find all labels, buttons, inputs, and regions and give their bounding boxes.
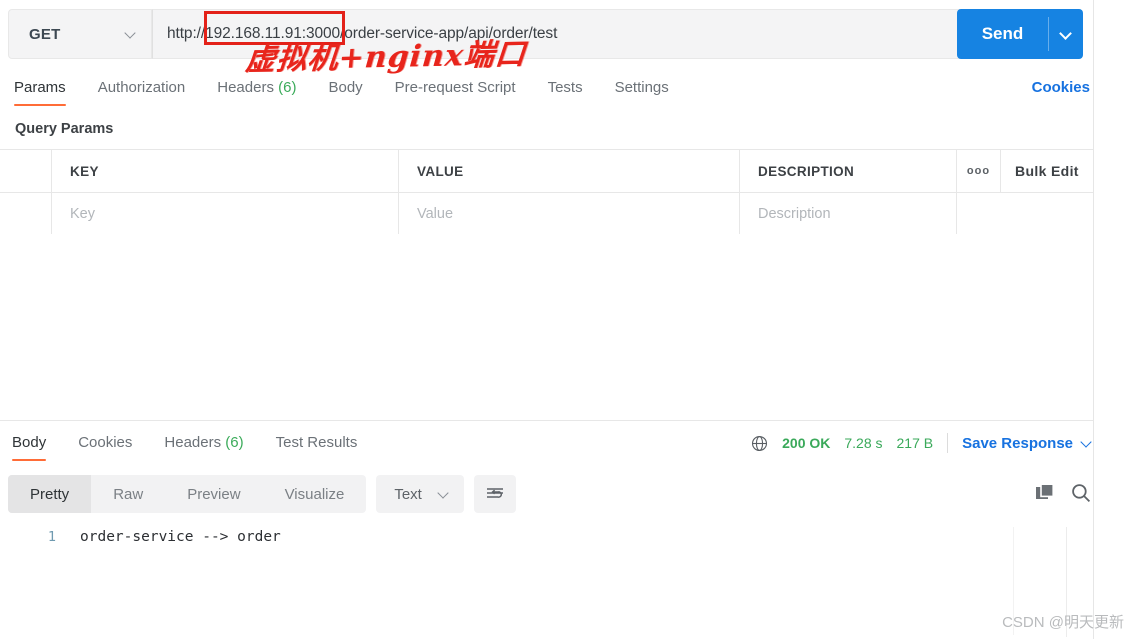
view-mode-segmented-control: Pretty Raw Preview Visualize <box>8 475 367 513</box>
table-row: Key Value Description <box>0 193 1093 235</box>
response-body-viewer[interactable]: 1 order-service --> order <box>0 524 1093 639</box>
response-tab-headers-count: (6) <box>225 434 244 451</box>
response-tab-body[interactable]: Body <box>8 431 62 461</box>
tab-params-label: Params <box>14 79 66 96</box>
search-icon[interactable] <box>1070 482 1092 504</box>
chevron-down-icon <box>438 488 450 500</box>
response-body-actions <box>1034 482 1092 504</box>
status-divider <box>947 433 949 453</box>
header-value: VALUE <box>399 150 740 192</box>
tab-tests-label: Tests <box>547 79 583 96</box>
tab-pre-request-script-label: Pre-request Script <box>394 79 516 96</box>
response-tab-test-results-label: Test Results <box>275 434 358 451</box>
tab-authorization-label: Authorization <box>97 79 186 96</box>
response-tab-headers-label: Headers <box>164 434 222 451</box>
http-method-label: GET <box>29 25 61 43</box>
response-tabs: Body Cookies Headers (6) Test Results <box>8 431 373 461</box>
query-params-label: Query Params <box>15 121 114 137</box>
line-content: order-service --> order <box>80 529 281 545</box>
globe-icon[interactable] <box>751 435 768 452</box>
header-description: DESCRIPTION <box>740 150 957 192</box>
status-code: 200 OK <box>782 435 831 451</box>
row-description-input[interactable]: Description <box>740 193 957 235</box>
chevron-down-icon <box>1081 437 1093 449</box>
header-checkbox-cell <box>0 150 52 192</box>
request-url-input[interactable]: http://192.168.11.91:3000/order-service-… <box>152 9 1080 59</box>
save-response-button[interactable]: Save Response <box>962 435 1093 452</box>
word-wrap-icon <box>486 488 503 498</box>
http-method-select[interactable]: GET <box>8 9 152 59</box>
tab-tests[interactable]: Tests <box>532 76 599 106</box>
row-value-input[interactable]: Value <box>399 193 740 235</box>
body-format-value: Text <box>394 485 422 503</box>
view-mode-raw[interactable]: Raw <box>91 475 165 513</box>
bulk-edit-button[interactable]: Bulk Edit <box>1001 150 1093 192</box>
tab-headers-label: Headers <box>217 79 274 96</box>
row-key-input[interactable]: Key <box>52 193 399 235</box>
panel-right-border <box>1093 0 1094 639</box>
line-number: 1 <box>47 529 56 545</box>
code-line: 1 order-service --> order <box>0 524 1093 545</box>
response-tab-cookies-label: Cookies <box>78 434 133 451</box>
request-url-bar: GET http://192.168.11.91:3000/order-serv… <box>8 9 1080 59</box>
row-options-cell <box>957 193 1001 235</box>
watermark: CSDN @明天更新 <box>1002 614 1124 631</box>
body-format-select[interactable]: Text <box>376 475 464 513</box>
word-wrap-button[interactable] <box>473 475 516 513</box>
view-mode-preview[interactable]: Preview <box>165 475 262 513</box>
chevron-down-icon <box>125 28 137 40</box>
save-response-label: Save Response <box>962 434 1073 452</box>
bulk-edit-label: Bulk Edit <box>1015 163 1079 179</box>
row-checkbox-cell[interactable] <box>0 193 52 235</box>
postman-window: GET http://192.168.11.91:3000/order-serv… <box>0 0 1134 639</box>
tab-headers-count: (6) <box>278 79 297 96</box>
tab-headers[interactable]: Headers (6) <box>201 76 312 106</box>
tab-body[interactable]: Body <box>312 76 378 106</box>
send-options-button[interactable] <box>1049 9 1083 59</box>
tab-body-label: Body <box>328 79 363 96</box>
query-params-table: KEY VALUE DESCRIPTION ooo Bulk Edit Key … <box>0 149 1093 236</box>
view-mode-visualize[interactable]: Visualize <box>263 475 367 513</box>
response-tab-test-results[interactable]: Test Results <box>260 431 374 461</box>
row-trailing-cell <box>1001 193 1093 235</box>
chevron-down-icon <box>1060 28 1072 40</box>
header-key: KEY <box>52 150 399 192</box>
response-section-divider <box>0 420 1093 421</box>
response-tab-headers[interactable]: Headers (6) <box>148 431 259 461</box>
send-button[interactable]: Send <box>957 9 1048 59</box>
request-tabs: Params Authorization Headers (6) Body Pr… <box>10 76 685 106</box>
tab-pre-request-script[interactable]: Pre-request Script <box>379 76 532 106</box>
request-empty-area <box>0 234 1093 420</box>
table-options-button[interactable]: ooo <box>957 150 1001 192</box>
tab-authorization[interactable]: Authorization <box>82 76 202 106</box>
table-header-row: KEY VALUE DESCRIPTION ooo Bulk Edit <box>0 150 1093 193</box>
send-button-group: Send <box>957 9 1083 59</box>
view-mode-pretty[interactable]: Pretty <box>8 475 92 513</box>
response-view-toolbar: Pretty Raw Preview Visualize Text <box>8 475 516 513</box>
response-time: 7.28 s <box>844 435 883 451</box>
response-status-row: 200 OK 7.28 s 217 B Save Response <box>751 433 1093 453</box>
response-size: 217 B <box>896 435 934 451</box>
tab-params[interactable]: Params <box>10 76 82 106</box>
tab-settings-label: Settings <box>614 79 669 96</box>
copy-icon[interactable] <box>1034 482 1056 504</box>
request-url-value: http://192.168.11.91:3000/order-service-… <box>167 25 558 42</box>
cookies-link[interactable]: Cookies <box>1032 79 1090 96</box>
response-tab-cookies[interactable]: Cookies <box>62 431 148 461</box>
response-tab-body-label: Body <box>12 434 47 451</box>
tab-settings[interactable]: Settings <box>599 76 685 106</box>
more-options-icon: ooo <box>966 165 991 177</box>
